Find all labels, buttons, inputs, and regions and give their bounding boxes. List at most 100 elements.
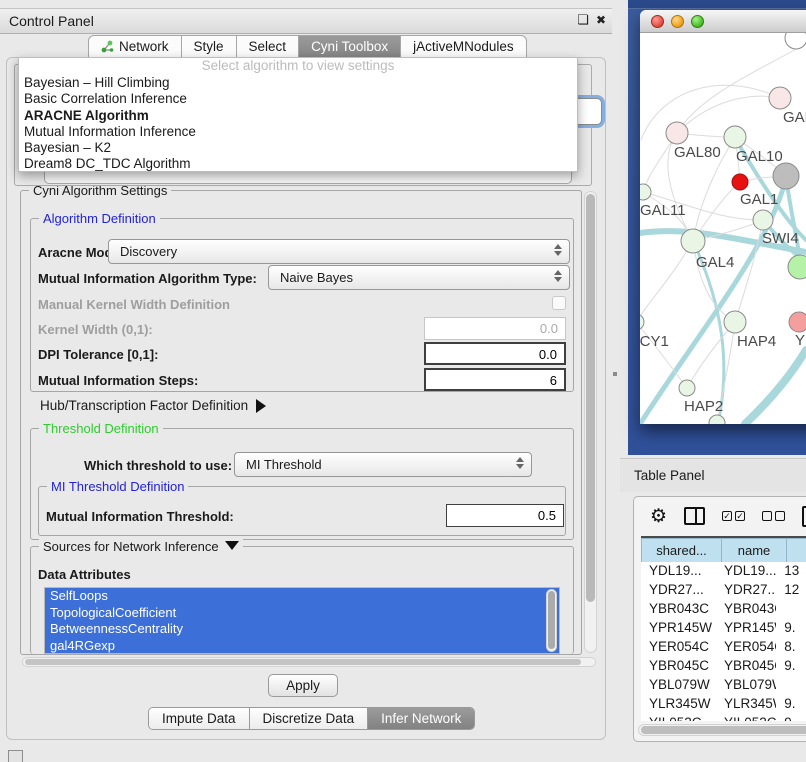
table-cell: YDR27...: [641, 581, 716, 600]
network-edge[interactable]: [640, 241, 693, 322]
attribute-item[interactable]: SelfLoops: [45, 588, 559, 605]
mi-threshold-field[interactable]: 0.5: [446, 504, 564, 527]
sources-title[interactable]: Sources for Network Inference: [39, 539, 243, 554]
attributes-list-scrollbar[interactable]: [546, 589, 557, 652]
attribute-item[interactable]: gal4RGexp: [45, 638, 559, 655]
network-edge[interactable]: [745, 350, 806, 424]
bottom-tab-impute-data[interactable]: Impute Data: [149, 708, 250, 729]
network-node[interactable]: [753, 210, 773, 230]
manual-kernel-label: Manual Kernel Width Definition: [38, 297, 230, 312]
table-row[interactable]: YBL079WYBL079W: [641, 676, 806, 695]
select-all-icon[interactable]: ✓✓: [722, 511, 745, 521]
tab-cyni-toolbox[interactable]: Cyni Toolbox: [298, 35, 400, 58]
table-row[interactable]: YIL052CYIL052C9: [641, 714, 806, 721]
which-threshold-combo[interactable]: MI Threshold: [234, 452, 532, 477]
network-node-gal4[interactable]: [681, 229, 705, 253]
network-node-gal10[interactable]: [724, 126, 746, 148]
column-header[interactable]: [787, 538, 806, 563]
bottom-tab-discretize-data[interactable]: Discretize Data: [250, 708, 369, 729]
table-cell: 9.: [776, 695, 806, 714]
gear-icon[interactable]: ⚙: [650, 507, 667, 526]
tab-style[interactable]: Style: [181, 35, 236, 58]
table-horizontal-scrollbar[interactable]: [638, 724, 806, 736]
network-node-hap4[interactable]: [724, 311, 746, 333]
table-cell: YLR345W: [641, 695, 716, 714]
table-panel-title: Table Panel: [634, 468, 705, 483]
table-row[interactable]: YLR345WYLR345W9.: [641, 695, 806, 714]
settings-horizontal-scrollbar[interactable]: [22, 657, 596, 667]
aracne-mode-combo[interactable]: Discovery: [108, 239, 570, 264]
tab-jactivemnodules[interactable]: jActiveMNodules: [400, 35, 527, 58]
network-view-window[interactable]: GALGAL80GAL10GAL1GAL11GAL4SWI4GCY1HAP4YH…: [640, 10, 806, 424]
mi-steps-field[interactable]: 6: [424, 368, 566, 391]
panel-resize-handle[interactable]: [613, 372, 617, 376]
apply-button[interactable]: Apply: [268, 674, 338, 697]
network-window-titlebar[interactable]: [640, 10, 806, 33]
table-cell: YDL19...: [716, 562, 776, 581]
network-node-gcy1[interactable]: [640, 314, 644, 330]
minimize-traffic-light-icon[interactable]: [671, 15, 684, 28]
dropdown-item[interactable]: Bayesian – Hill Climbing: [19, 75, 577, 91]
dpi-tolerance-field[interactable]: 0.0: [424, 342, 566, 365]
dropdown-item[interactable]: Mutual Information Inference: [19, 124, 577, 140]
dropdown-item[interactable]: Dream8 DC_TDC Algorithm: [19, 156, 577, 172]
dropdown-item[interactable]: Bayesian – K2: [19, 140, 577, 156]
algorithm-definition-title: Algorithm Definition: [39, 211, 160, 226]
manual-kernel-checkbox[interactable]: [552, 296, 566, 310]
column-header[interactable]: name: [722, 538, 787, 563]
tab-select[interactable]: Select: [236, 35, 299, 58]
table-row[interactable]: YPR145WYPR145W9.: [641, 619, 806, 638]
node-label: GAL10: [736, 148, 783, 165]
table-row[interactable]: YBR043CYBR043C: [641, 600, 806, 619]
expand-arrow-icon: [225, 541, 239, 550]
network-node-gal1[interactable]: [732, 174, 748, 190]
network-edge[interactable]: [735, 220, 763, 322]
attribute-item[interactable]: TopologicalCoefficient: [45, 605, 559, 622]
attribute-item[interactable]: BetweennessCentrality: [45, 621, 559, 638]
deselect-all-icon[interactable]: [762, 511, 785, 521]
close-traffic-light-icon[interactable]: [651, 15, 664, 28]
kernel-width-field[interactable]: 0.0: [424, 317, 566, 340]
data-attributes-label: Data Attributes: [38, 567, 131, 582]
network-node-gal80[interactable]: [666, 122, 688, 144]
column-header[interactable]: shared...: [641, 538, 722, 563]
network-node[interactable]: [709, 415, 725, 424]
corner-widget[interactable]: [8, 750, 23, 762]
network-node[interactable]: [785, 33, 806, 49]
bottom-tab-infer-network[interactable]: Infer Network: [368, 708, 474, 729]
table-row[interactable]: YDL19...YDL19...13: [641, 562, 806, 581]
node-label: SWI4: [762, 230, 799, 247]
network-graph[interactable]: GALGAL80GAL10GAL1GAL11GAL4SWI4GCY1HAP4YH…: [640, 33, 806, 424]
table-row[interactable]: YDR27...YDR27...12: [641, 581, 806, 600]
network-node-hap2[interactable]: [679, 380, 695, 396]
network-edge[interactable]: [687, 322, 735, 388]
network-edge[interactable]: [640, 322, 687, 388]
network-node-y[interactable]: [789, 312, 806, 332]
zoom-traffic-light-icon[interactable]: [691, 15, 704, 28]
network-node-swi4[interactable]: [788, 255, 806, 279]
table-row[interactable]: YER054CYER054C8.: [641, 638, 806, 657]
data-attributes-list[interactable]: SelfLoopsTopologicalCoefficientBetweenne…: [44, 587, 560, 654]
screenshot-root: Control Panel ❏ ✖ NetworkStyleSelectCyni…: [0, 0, 806, 762]
kernel-width-label: Kernel Width (0,1):: [38, 322, 153, 337]
dropdown-item[interactable]: ARACNE Algorithm: [19, 108, 577, 124]
hub-section-toggle[interactable]: Hub/Transcription Factor Definition: [40, 398, 266, 413]
split-columns-icon[interactable]: [684, 507, 705, 525]
network-node-gal11[interactable]: [640, 184, 651, 200]
close-panel-icon[interactable]: ✖: [596, 13, 606, 27]
algorithm-dropdown-list: Select algorithm to view settings Bayesi…: [18, 57, 578, 172]
dpi-tolerance-label: DPI Tolerance [0,1]:: [38, 347, 158, 362]
export-table-icon[interactable]: [802, 506, 806, 527]
network-icon: [101, 40, 114, 53]
dropdown-item[interactable]: Basic Correlation Inference: [19, 91, 577, 107]
network-edge[interactable]: [641, 85, 780, 140]
tab-network[interactable]: Network: [88, 35, 181, 58]
network-node-gal[interactable]: [769, 87, 791, 109]
settings-vertical-scrollbar[interactable]: [584, 191, 597, 653]
panel-title: Control Panel: [9, 13, 94, 29]
network-node[interactable]: [773, 163, 799, 189]
float-window-icon[interactable]: ❏: [577, 12, 589, 28]
mi-type-combo[interactable]: Naive Bayes: [268, 265, 570, 290]
table-cell: 9: [776, 714, 806, 721]
table-row[interactable]: YBR045CYBR045C9.: [641, 657, 806, 676]
